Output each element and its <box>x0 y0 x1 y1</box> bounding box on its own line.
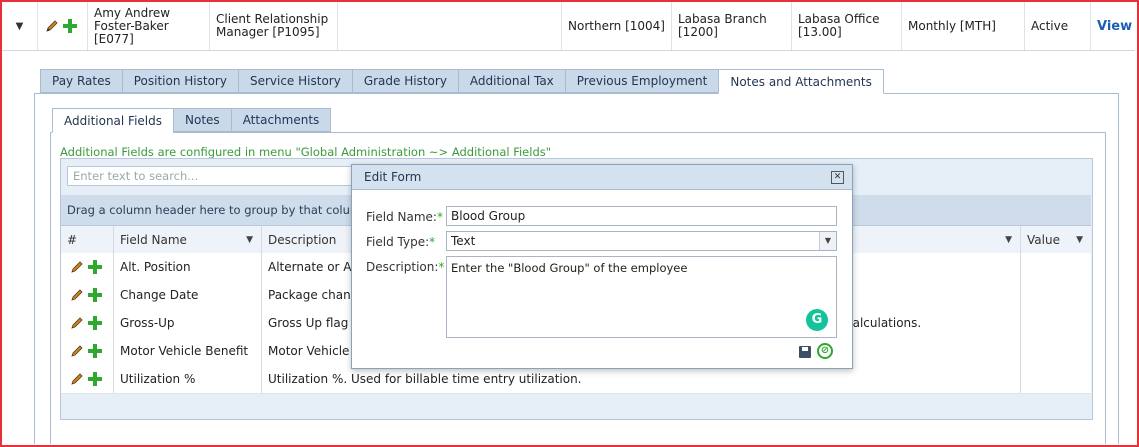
edit-icon[interactable] <box>69 371 85 387</box>
tab-position-history[interactable]: Position History <box>121 69 238 93</box>
employee-pay-cycle: Monthly [MTH] <box>902 2 1025 50</box>
cancel-icon[interactable]: ⊘ <box>817 343 833 359</box>
row-actions <box>61 365 114 393</box>
field-type-label: Field Type:* <box>366 235 435 249</box>
required-marker: * <box>429 235 436 249</box>
grammarly-icon[interactable]: G <box>806 309 828 331</box>
row-description-tail: calculations. <box>846 316 922 330</box>
edit-form-dialog: Edit Form ✕ Field Name:* Blood Group Fie… <box>351 164 853 369</box>
filter-icon[interactable]: ▼ <box>1076 235 1083 245</box>
row-actions <box>61 337 114 365</box>
row-field-name: Gross-Up <box>114 309 262 337</box>
edit-icon[interactable] <box>69 259 85 275</box>
row-actions <box>61 309 114 337</box>
column-header-field-name[interactable]: Field Name ▼ <box>114 226 262 253</box>
chevron-down-icon: ▼ <box>15 20 24 32</box>
row-field-name: Change Date <box>114 281 262 309</box>
row-value <box>1021 281 1091 309</box>
employee-office: Labasa Office [13.00] <box>792 2 902 50</box>
tab-attachments[interactable]: Attachments <box>230 108 332 132</box>
field-name-label: Field Name:* <box>366 210 443 224</box>
filter-icon[interactable]: ▼ <box>246 235 253 245</box>
config-info-text: Additional Fields are configured in menu… <box>60 145 552 159</box>
tab-pay-rates[interactable]: Pay Rates <box>40 69 122 93</box>
add-icon[interactable] <box>87 287 103 303</box>
tab-notes-attachments[interactable]: Notes and Attachments <box>718 69 884 94</box>
column-header-num: # <box>61 226 114 253</box>
label-text: Field Type: <box>366 235 430 249</box>
employee-position: Client Relationship Manager [P1095] <box>210 2 338 50</box>
row-field-name: Utilization % <box>114 365 262 393</box>
add-icon[interactable] <box>87 259 103 275</box>
row-actions <box>38 2 88 50</box>
row-field-name: Alt. Position <box>114 253 262 281</box>
employee-branch: Labasa Branch [1200] <box>672 2 792 50</box>
search-input[interactable]: Enter text to search... <box>67 166 359 186</box>
row-value <box>1021 309 1091 337</box>
edit-icon[interactable] <box>44 18 60 34</box>
label-text: Field Name: <box>366 210 437 224</box>
description-textarea[interactable]: Enter the "Blood Group" of the employee … <box>446 256 837 338</box>
employee-status: Active <box>1025 2 1091 50</box>
view-link[interactable]: View <box>1091 2 1135 50</box>
save-icon[interactable] <box>799 346 811 358</box>
column-header-label: Field Name <box>120 232 187 247</box>
chevron-down-icon[interactable]: ▼ <box>819 232 836 250</box>
row-description-text: Gross Up flag f <box>268 316 357 330</box>
row-field-name: Motor Vehicle Benefit <box>114 337 262 365</box>
tab-additional-fields[interactable]: Additional Fields <box>52 108 174 133</box>
edit-icon[interactable] <box>69 287 85 303</box>
required-marker: * <box>438 260 445 274</box>
row-description: Utilization %. Used for billable time en… <box>262 365 1021 393</box>
row-value <box>1021 253 1091 281</box>
column-header-value[interactable]: Value ▼ <box>1021 226 1091 253</box>
add-icon[interactable] <box>87 371 103 387</box>
table-row[interactable]: Utilization % Utilization %. Used for bi… <box>61 365 1091 394</box>
row-value <box>1021 365 1091 393</box>
employee-region: Northern [1004] <box>562 2 672 50</box>
description-text: Enter the "Blood Group" of the employee <box>451 261 688 275</box>
required-marker: * <box>436 210 443 224</box>
main-tabs: Pay Rates Position History Service Histo… <box>40 69 884 94</box>
employee-name: Amy Andrew Foster-Baker [E077] <box>88 2 210 50</box>
close-icon[interactable]: ✕ <box>831 171 844 184</box>
dialog-title: Edit Form <box>352 165 852 190</box>
collapse-toggle[interactable]: ▼ <box>2 2 38 50</box>
sub-tabs: Additional Fields Notes Attachments <box>52 108 332 133</box>
tab-notes[interactable]: Notes <box>173 108 231 132</box>
add-icon[interactable] <box>87 343 103 359</box>
add-icon[interactable] <box>62 18 78 34</box>
tab-additional-tax[interactable]: Additional Tax <box>457 69 565 93</box>
tab-grade-history[interactable]: Grade History <box>351 69 458 93</box>
row-value <box>1021 337 1091 365</box>
description-label: Description:* <box>366 260 444 274</box>
row-actions <box>61 253 114 281</box>
column-header-label: Value <box>1027 232 1060 247</box>
field-type-value: Text <box>451 234 476 248</box>
edit-icon[interactable] <box>69 343 85 359</box>
tab-previous-employment[interactable]: Previous Employment <box>564 69 719 93</box>
add-icon[interactable] <box>87 315 103 331</box>
employee-row: ▼ Amy Andrew Foster-Baker [E077] Client … <box>2 2 1135 51</box>
edit-icon[interactable] <box>69 315 85 331</box>
empty-cell <box>338 2 562 50</box>
field-name-input[interactable]: Blood Group <box>446 206 837 226</box>
field-type-select[interactable]: Text ▼ <box>446 231 837 251</box>
filter-icon[interactable]: ▼ <box>1005 235 1012 245</box>
row-actions <box>61 281 114 309</box>
tab-service-history[interactable]: Service History <box>237 69 352 93</box>
column-header-label: Description <box>268 232 337 247</box>
label-text: Description: <box>366 260 439 274</box>
